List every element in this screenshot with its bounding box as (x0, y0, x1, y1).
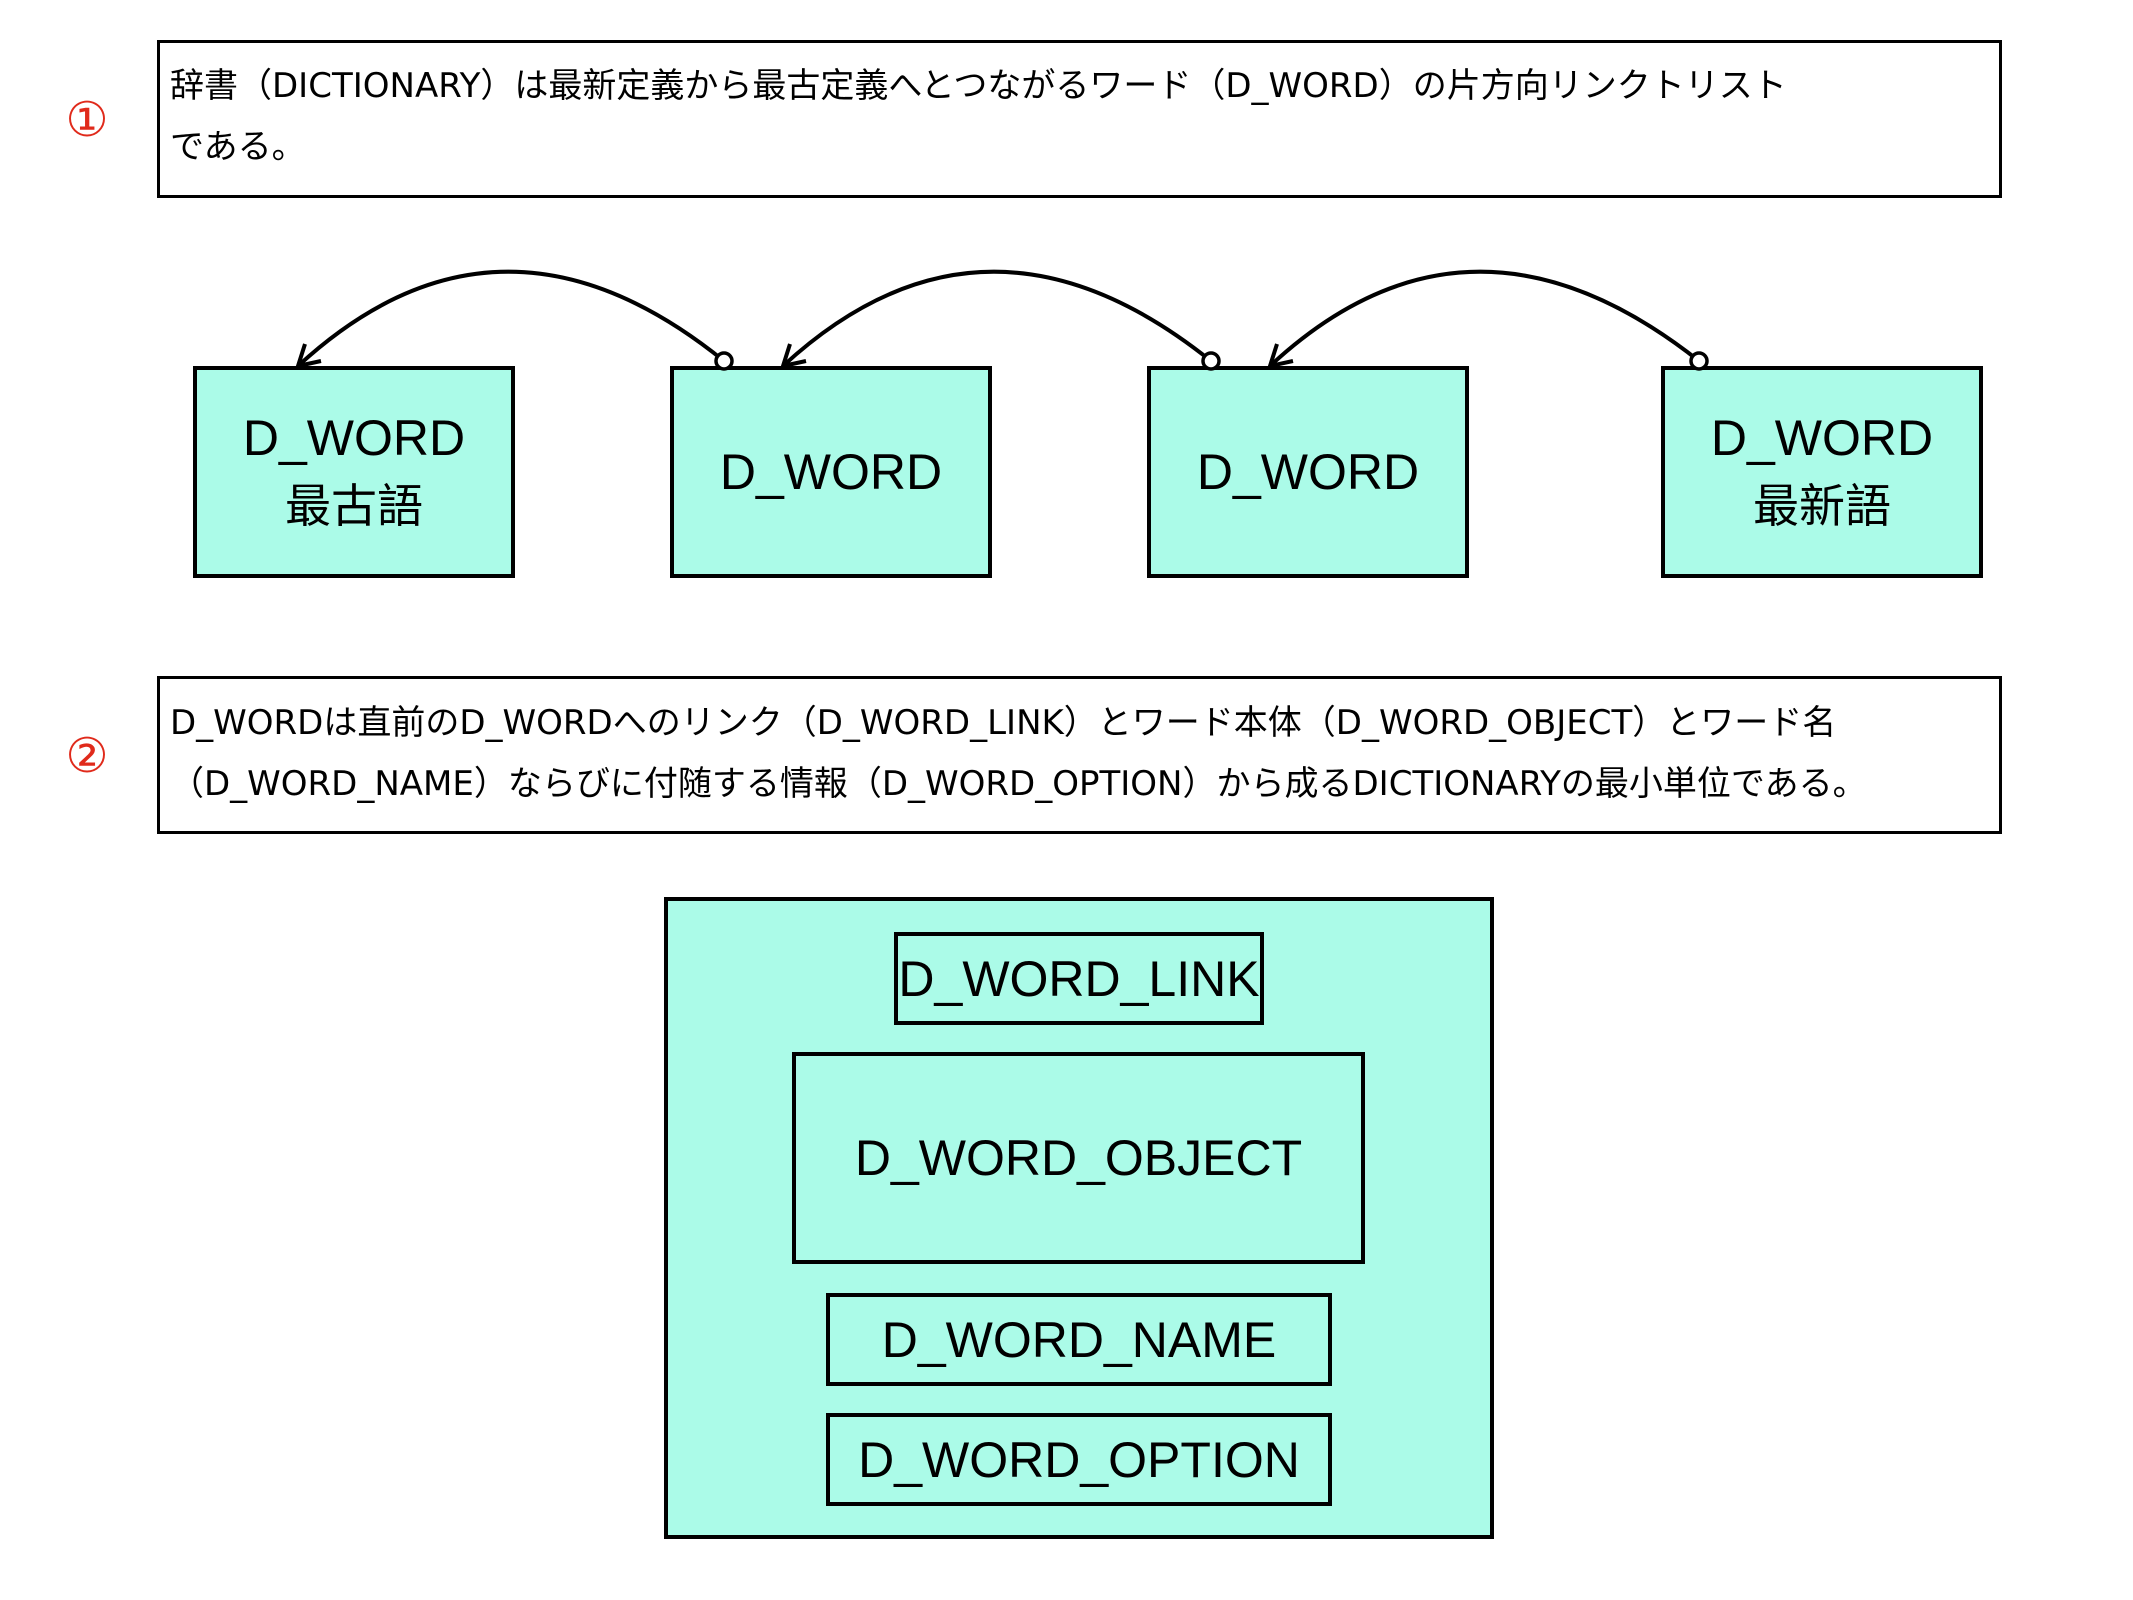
step-number-2: ② (65, 728, 109, 784)
link-origin-circle-icon (1201, 351, 1221, 371)
link-arrow-3-to-2 (781, 269, 1213, 368)
link-origin-circle-icon (1689, 351, 1709, 371)
component-d-word-object: D_WORD_OBJECT (792, 1052, 1365, 1264)
component-d-word-name: D_WORD_NAME (826, 1293, 1332, 1386)
description-2-line-1: D_WORDは直前のD_WORDへのリンク（D_WORD_LINK）とワード本体… (170, 703, 1837, 743)
link-origin-circle-icon (714, 351, 734, 371)
description-box-2: D_WORDは直前のD_WORDへのリンク（D_WORD_LINK）とワード本体… (157, 676, 2002, 834)
component-d-word-link: D_WORD_LINK (894, 932, 1264, 1025)
description-2-line-2: （D_WORD_NAME）ならびに付随する情報（D_WORD_OPTION）から… (170, 764, 1867, 804)
link-arrow-4-to-3 (1268, 269, 1701, 368)
component-d-word-option: D_WORD_OPTION (826, 1413, 1332, 1506)
link-arrow-2-to-1 (296, 269, 726, 368)
